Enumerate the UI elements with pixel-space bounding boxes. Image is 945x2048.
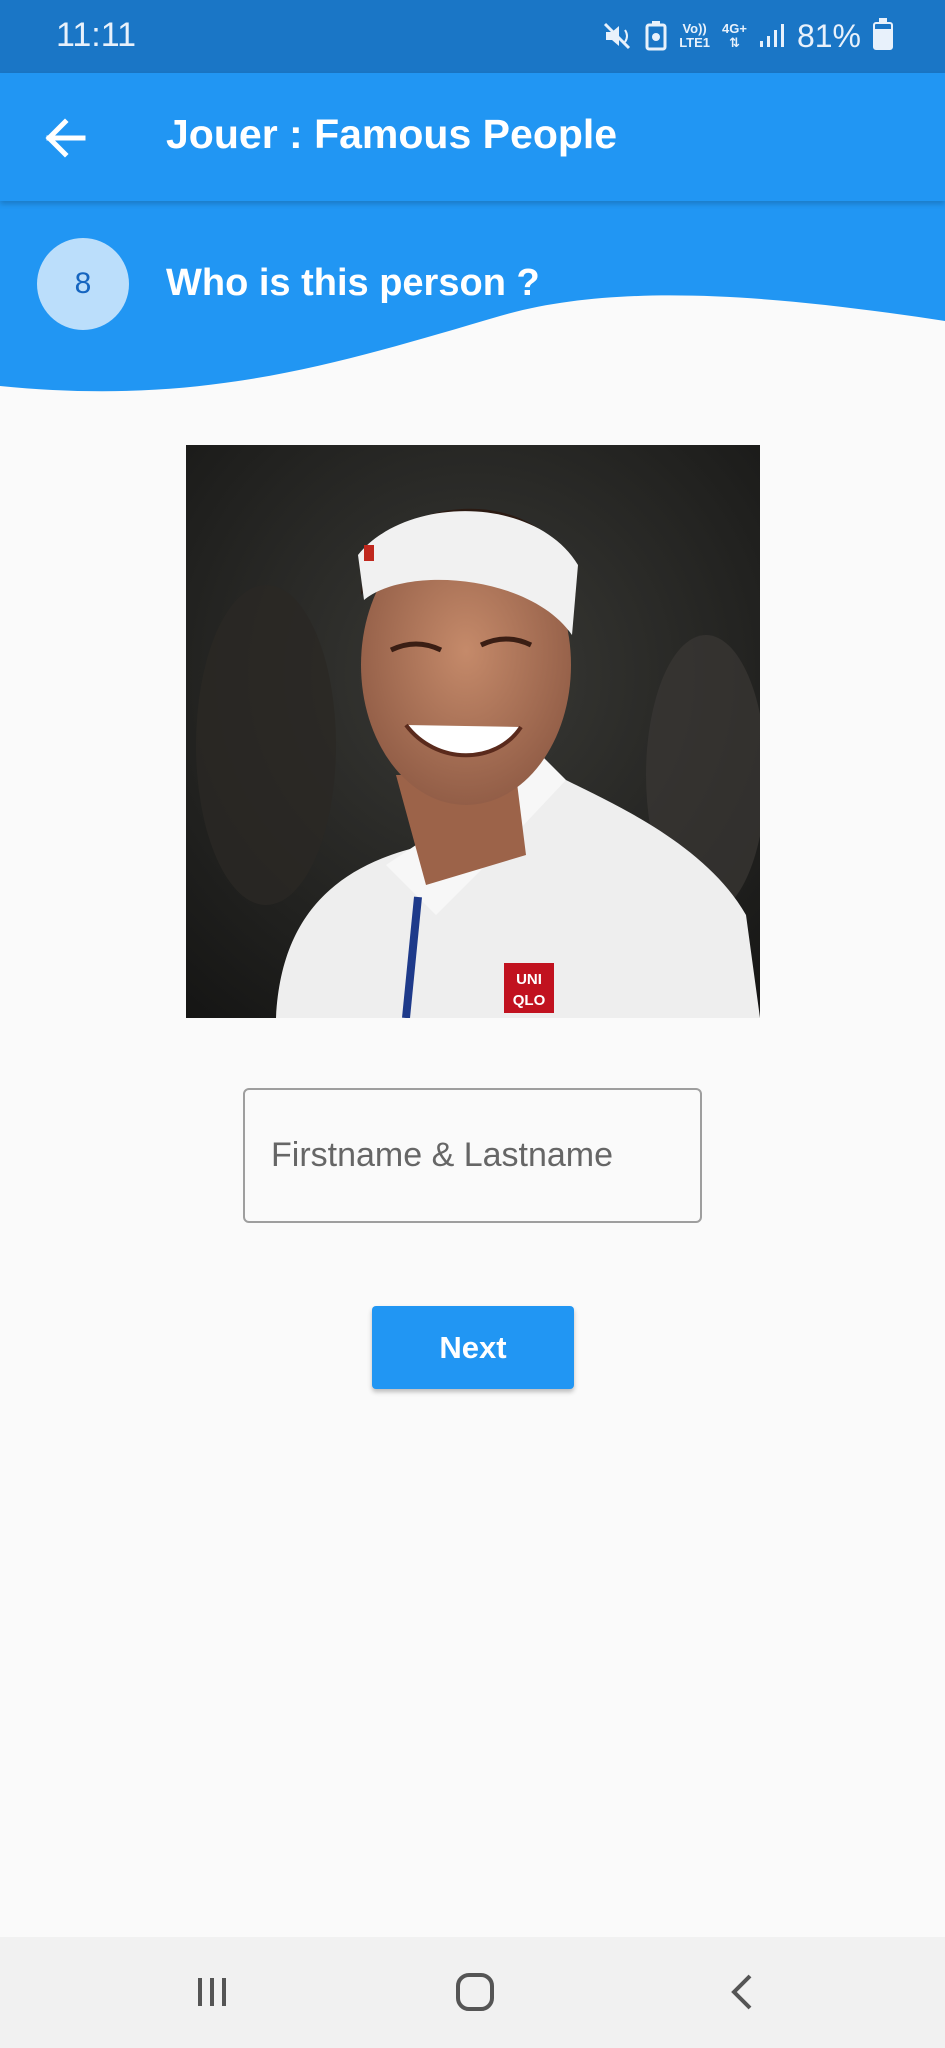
lte-text: LTE1 bbox=[679, 35, 711, 50]
back-button[interactable] bbox=[30, 103, 100, 173]
person-photo: UNI QLO bbox=[186, 445, 760, 1018]
uniqlo-logo-line2: QLO bbox=[513, 992, 546, 1009]
battery-percent: 81% bbox=[796, 17, 861, 54]
system-back-button[interactable] bbox=[697, 1957, 787, 2027]
network-text: 4G+ bbox=[722, 21, 747, 36]
volte-label: Vo)) LTE1 bbox=[679, 22, 710, 50]
battery-fill bbox=[875, 28, 891, 48]
status-bar: 11:11 Vo)) LTE1 4G+ ⇅ 81% bbox=[0, 0, 945, 73]
person-photo-illustration: UNI QLO bbox=[186, 445, 760, 1018]
network-label: 4G+ ⇅ bbox=[722, 22, 747, 50]
recents-button[interactable] bbox=[167, 1957, 257, 2027]
battery-icon bbox=[873, 18, 893, 50]
app-bar: Jouer : Famous People bbox=[0, 73, 945, 201]
status-icons: Vo)) LTE1 4G+ ⇅ 81% bbox=[603, 14, 893, 58]
recycle-battery-icon bbox=[645, 21, 667, 51]
volte-text: Vo)) bbox=[682, 21, 707, 36]
recents-icon bbox=[198, 1978, 226, 2006]
chevron-left-icon bbox=[731, 1974, 752, 2010]
status-time: 11:11 bbox=[56, 16, 137, 54]
home-icon bbox=[456, 1973, 494, 2011]
mute-vibrate-icon bbox=[604, 22, 631, 50]
home-button[interactable] bbox=[430, 1957, 520, 2027]
uniqlo-logo-line1: UNI bbox=[516, 971, 542, 988]
system-nav-bar bbox=[0, 1937, 945, 2048]
arrow-left-icon bbox=[45, 118, 86, 158]
data-arrows-icon: ⇅ bbox=[729, 35, 740, 50]
question-text: Who is this person ? bbox=[166, 262, 540, 304]
answer-input[interactable] bbox=[243, 1088, 702, 1223]
page-title: Jouer : Famous People bbox=[166, 111, 618, 157]
next-button[interactable]: Next bbox=[372, 1306, 574, 1389]
signal-icon bbox=[759, 24, 784, 47]
question-number-badge: 8 bbox=[37, 238, 129, 330]
